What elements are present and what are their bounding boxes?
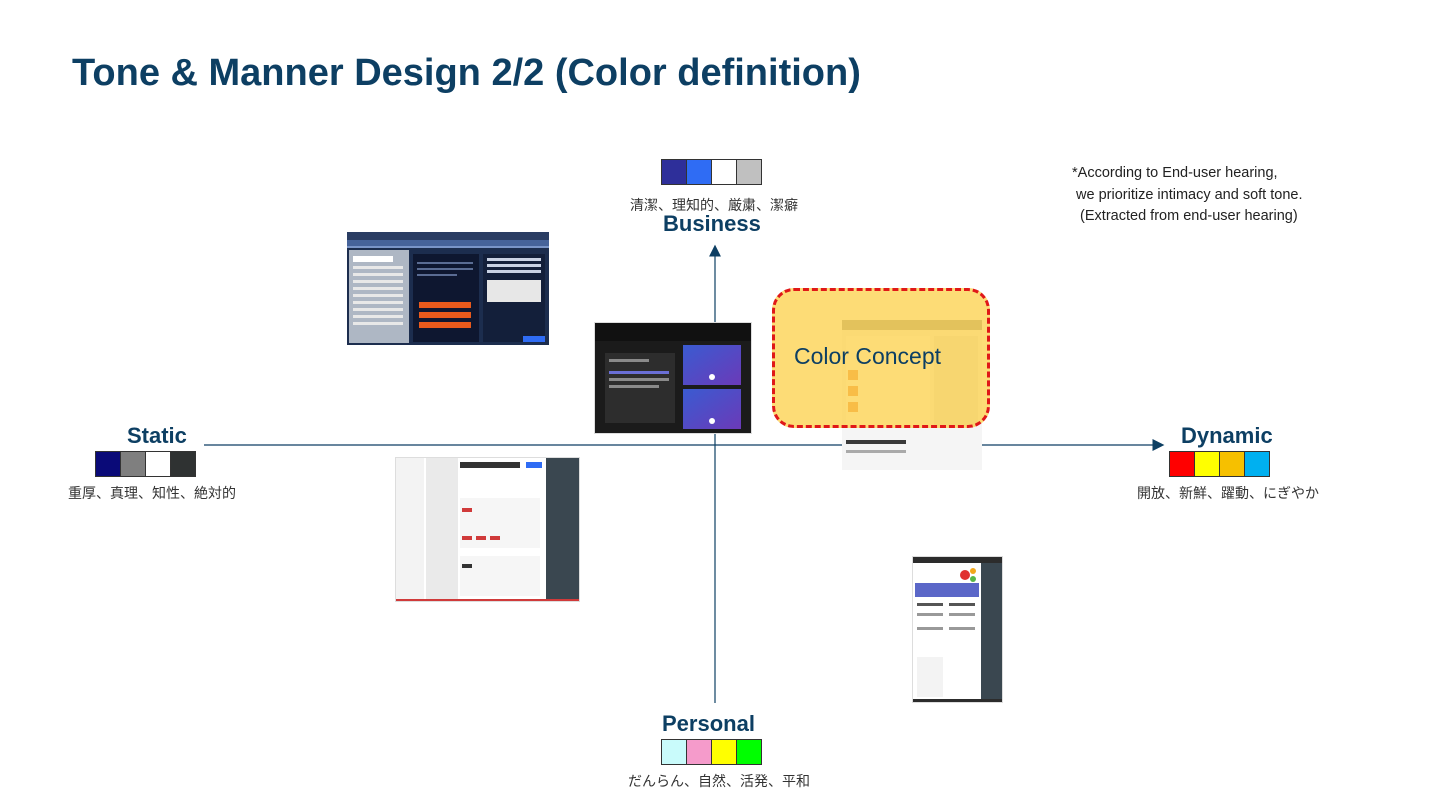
personal-swatches — [661, 739, 762, 765]
static-label: Static — [127, 423, 187, 448]
thumbnail-image — [913, 557, 1002, 702]
static-description: 重厚、真理、知性、絶対的 — [68, 486, 236, 502]
personal-swatch — [686, 739, 712, 765]
static-swatch — [145, 451, 171, 477]
thumbnail-image — [396, 458, 579, 601]
business-swatch — [661, 159, 687, 185]
end-user-note: *According to End-user hearing, we prior… — [1072, 165, 1303, 224]
dynamic-swatch — [1169, 451, 1195, 477]
dynamic-label: Dynamic — [1181, 423, 1273, 448]
screenshot-thumbnail-center — [594, 322, 752, 434]
personal-swatch — [711, 739, 737, 765]
business-swatch — [711, 159, 737, 185]
thumbnail-image — [347, 232, 549, 343]
dynamic-swatch — [1219, 451, 1245, 477]
personal-swatch — [661, 739, 687, 765]
dynamic-description: 開放、新鮮、躍動、にぎやか — [1137, 486, 1319, 502]
business-label: Business — [663, 211, 761, 236]
dynamic-swatches — [1169, 451, 1270, 477]
personal-label: Personal — [662, 711, 755, 736]
thumbnail-image — [595, 323, 751, 433]
color-concept-label: Color Concept — [794, 343, 942, 369]
dynamic-swatch — [1194, 451, 1220, 477]
static-swatch — [95, 451, 121, 477]
static-swatches — [95, 451, 196, 477]
personal-swatch — [736, 739, 762, 765]
screenshot-thumbnail-personal-dynamic — [912, 556, 1003, 703]
business-swatches — [661, 159, 762, 185]
business-swatch — [736, 159, 762, 185]
dynamic-swatch — [1244, 451, 1270, 477]
screenshot-thumbnail-business-static — [347, 232, 549, 345]
screenshot-thumbnail-personal-static — [395, 457, 580, 602]
static-swatch — [170, 451, 196, 477]
static-swatch — [120, 451, 146, 477]
personal-description: だんらん、自然、活発、平和 — [628, 774, 810, 790]
business-swatch — [686, 159, 712, 185]
